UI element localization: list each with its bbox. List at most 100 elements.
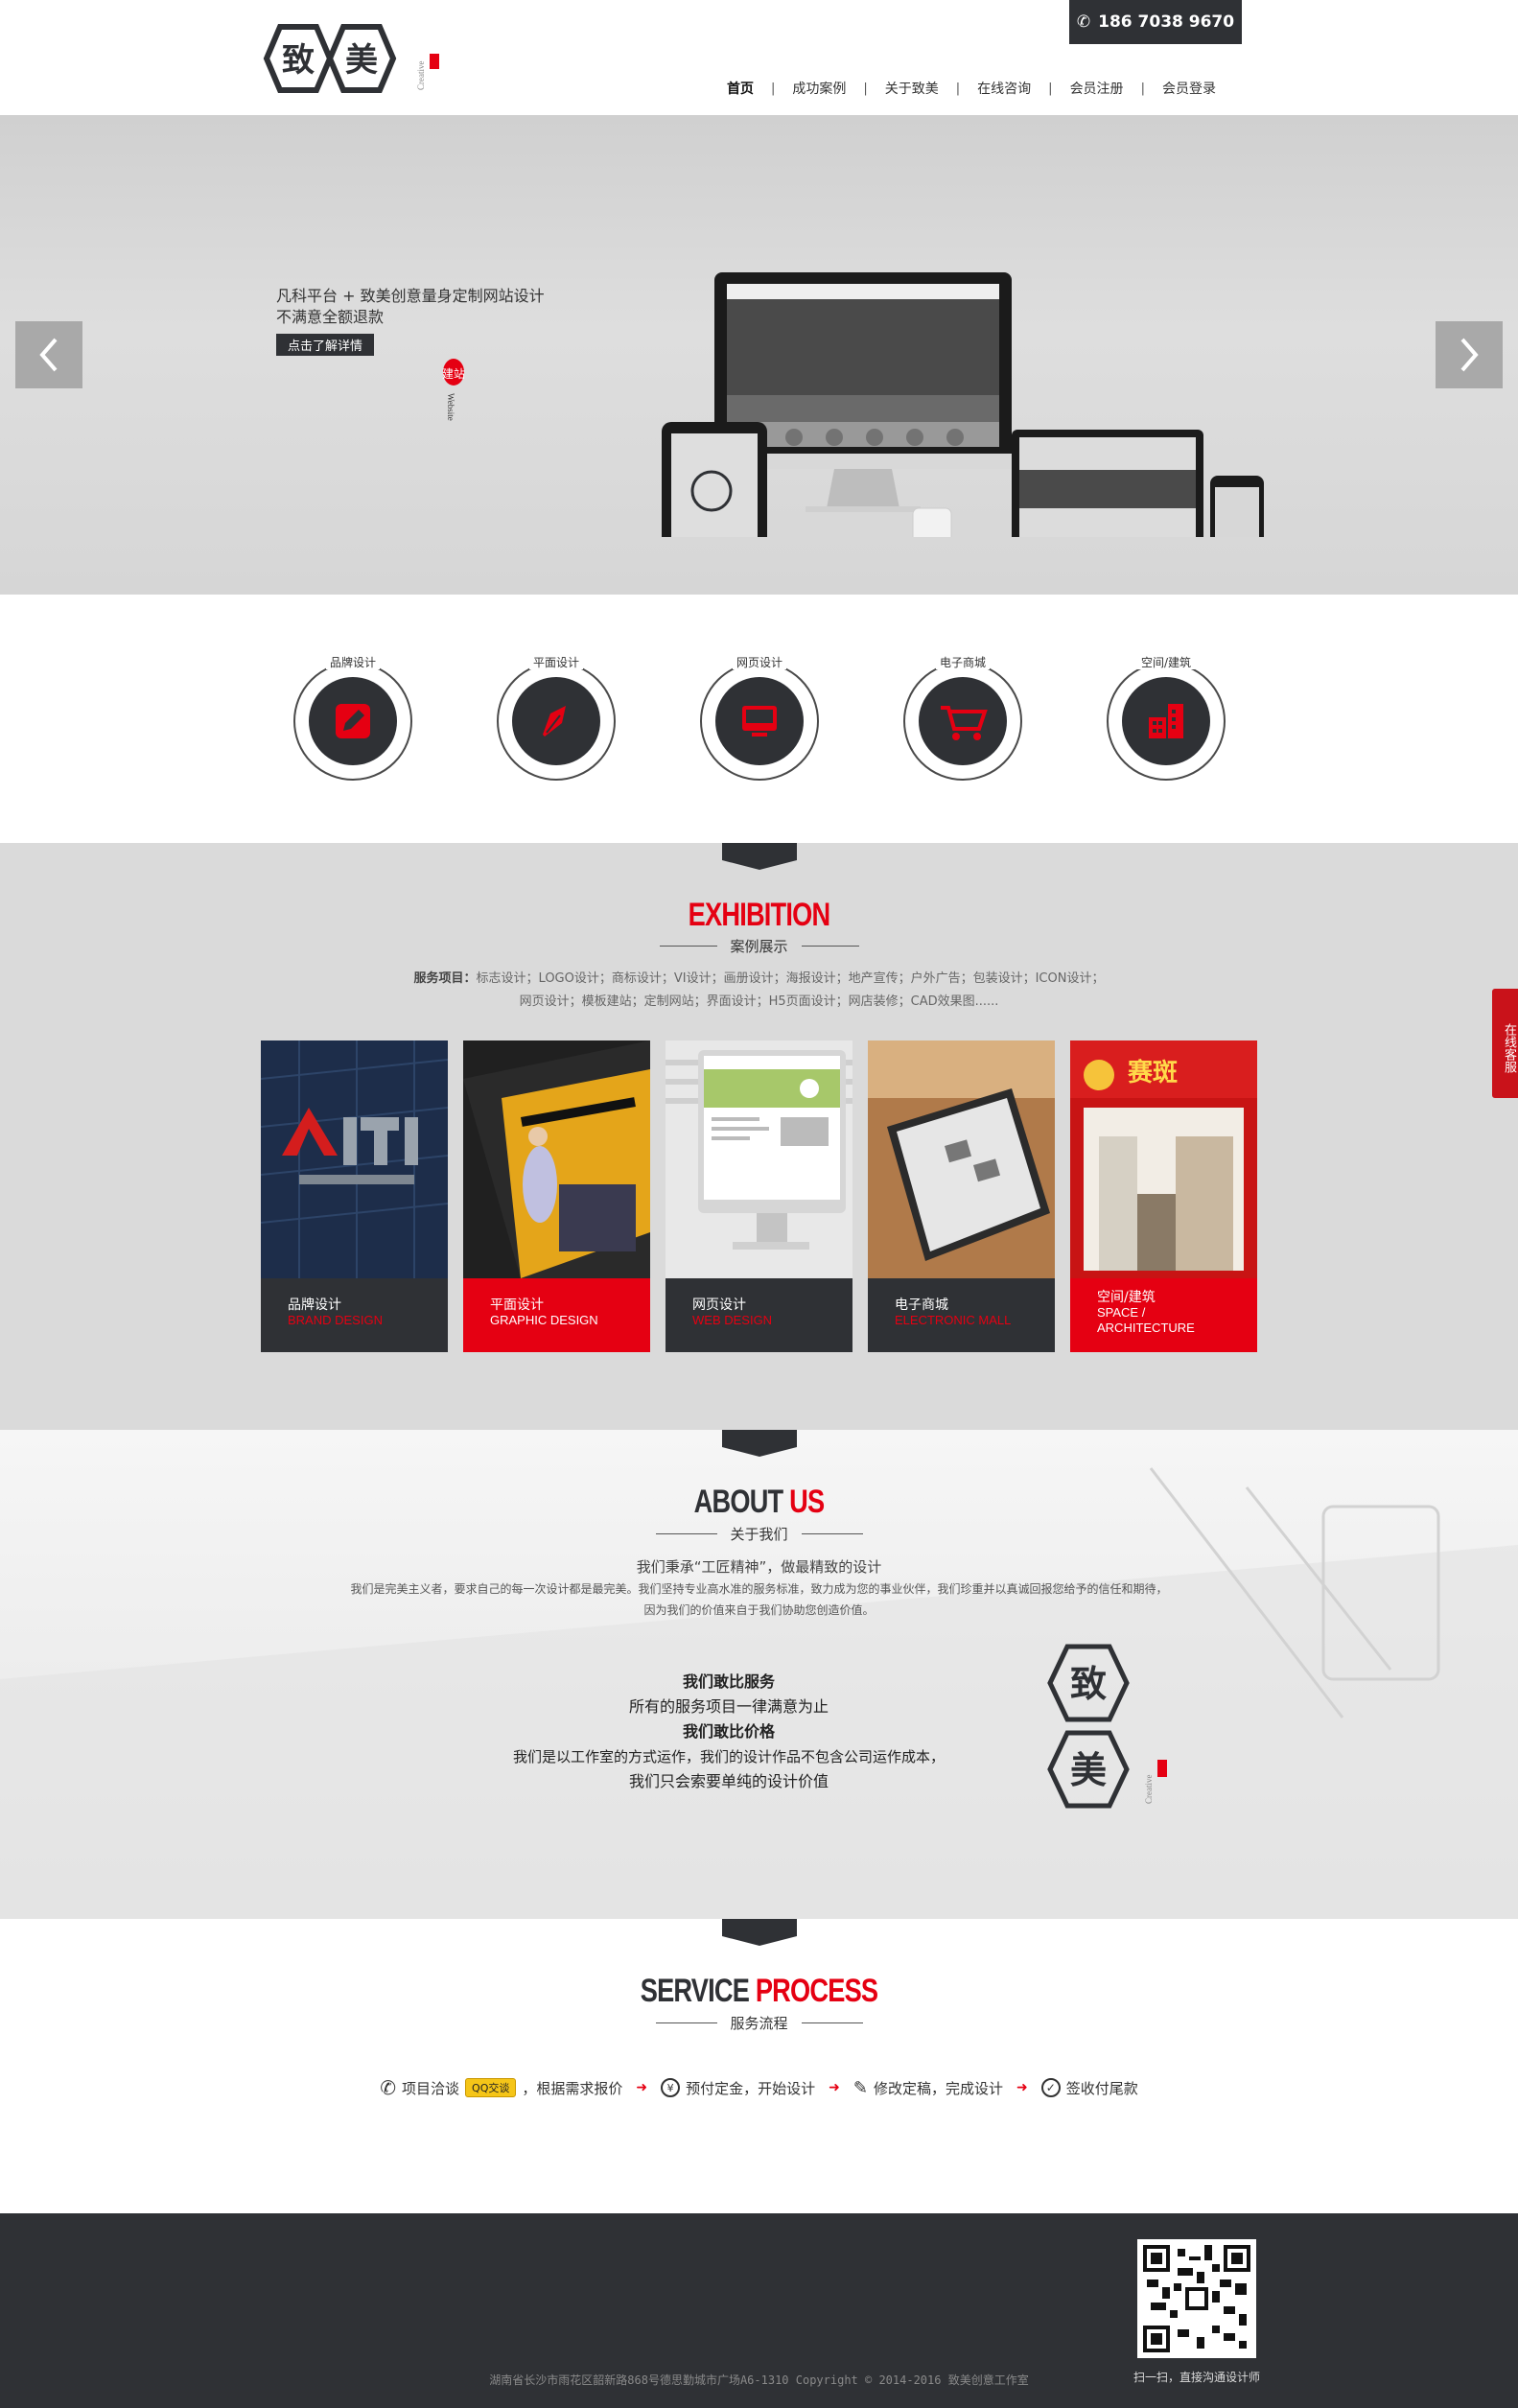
case-image-graphic [463,1040,650,1278]
hero-banner: 凡科平台 + 致美创意量身定制网站设计 不满意全额退款 点击了解详情 建站 We… [0,115,1518,595]
banner-headline: 凡科平台 + 致美创意量身定制网站设计 不满意全额退款 [276,286,545,328]
svg-text:致: 致 [282,41,315,80]
service-label: 品牌设计 [293,654,412,670]
service-mall[interactable]: 电子商城 [903,656,1022,781]
case-subtitle: ELECTRONIC MALL [895,1313,1012,1327]
service-space[interactable]: 空间/建筑 [1107,656,1226,781]
nav-home[interactable]: 首页 [710,79,771,98]
about-point-5: 我们只会索要单纯的设计价值 [628,1772,829,1790]
case-card-web[interactable]: 网页设计 WEB DESIGN [666,1040,852,1352]
case-image-brand [261,1040,448,1278]
service-badge [919,677,1007,765]
nav-about[interactable]: 关于致美 [868,79,956,98]
banner-line-1: 凡科平台 + 致美创意量身定制网站设计 [276,287,545,305]
service-graphic[interactable]: 平面设计 [497,656,616,781]
services-row: 品牌设计 平面设计 网页设计 电子商城 空间/建筑 [0,595,1518,843]
service-items-line-2: 网页设计；模板建站；定制网站；界面设计；H5页面设计；网店装修；CAD效果图..… [519,994,999,1009]
check-circle-icon: ✓ [1040,2078,1061,2097]
service-label: 平面设计 [497,654,616,670]
qr-code[interactable] [1137,2239,1256,2358]
phone-icon: ✆ [1076,12,1091,32]
devices-illustration [662,272,1264,537]
process-step-2: ¥ 预付定金，开始设计 [661,2078,815,2098]
phone-number: 186 7038 9670 [1098,12,1235,32]
nav-consult[interactable]: 在线咨询 [960,79,1048,98]
seal-text: 建站 [442,367,465,381]
service-items-label: 服务项目： [413,971,477,986]
service-badge [1122,677,1210,765]
monitor-icon [742,706,777,736]
banner-prev-button[interactable] [15,321,82,388]
case-title: 空间/建筑 [1097,1290,1156,1305]
case-title: 网页设计 [692,1298,746,1313]
case-image-space: 赛斑 [1070,1040,1257,1278]
arrow-right-icon: ➜ [636,2080,648,2095]
banner-next-button[interactable] [1436,321,1503,388]
arrow-right-icon: ➜ [829,2080,840,2095]
main-nav: 首页 | 成功案例 | 关于致美 | 在线咨询 | 会员注册 | 会员登录 [710,79,1233,98]
building-icon [1149,704,1183,738]
exhibition-section: EXHIBITION 案例展示 服务项目：标志设计；LOGO设计；商标设计；VI… [0,843,1518,1430]
step-4-label: 签收付尾款 [1065,2079,1138,2097]
chevron-right-icon [1460,338,1479,372]
svg-text:美: 美 [1070,1749,1107,1791]
service-items-list: 服务项目：标志设计；LOGO设计；商标设计；VI设计；画册设计；海报设计；地产宣… [0,968,1518,1014]
nav-cases[interactable]: 成功案例 [775,79,863,98]
process-step-1: ✆ 项目洽谈 QQ交谈 ，根据需求报价 [380,2076,622,2099]
section-notch [722,1430,797,1457]
banner-line-2: 不满意全额退款 [276,308,385,326]
banner-detail-button[interactable]: 点击了解详情 [276,334,375,356]
case-card-space[interactable]: 赛斑 空间/建筑 SPACE / ARCHITECTURE [1070,1040,1257,1352]
service-brand[interactable]: 品牌设计 [293,656,412,781]
case-subtitle-2: ARCHITECTURE [1097,1321,1195,1335]
case-title: 品牌设计 [288,1298,341,1313]
service-web[interactable]: 网页设计 [700,656,819,781]
qq-chat-button[interactable]: QQ交谈 [465,2078,517,2097]
case-caption: 网页设计 WEB DESIGN [666,1278,852,1352]
process-title: SERVICE PROCESS [152,1973,1366,2010]
pencil-icon [336,704,370,738]
site-logo[interactable]: 致 美 Creative [259,15,451,102]
case-caption: 空间/建筑 SPACE / ARCHITECTURE [1070,1278,1257,1352]
process-section: SERVICE PROCESS 服务流程 ✆ 项目洽谈 QQ交谈 ，根据需求报价… [0,1919,1518,2213]
about-point-2: 所有的服务项目一律满意为止 [628,1697,829,1716]
case-card-brand[interactable]: 品牌设计 BRAND DESIGN [261,1040,448,1352]
case-subtitle: SPACE / [1097,1305,1146,1320]
nav-register[interactable]: 会员注册 [1053,79,1141,98]
footer: 扫一扫，直接沟通设计师 湖南省长沙市雨花区韶新路868号德思勤城市广场A6-13… [0,2213,1518,2408]
service-items-text-1: 标志设计；LOGO设计；商标设计；VI设计；画册设计；海报设计；地产宣传；户外广… [476,971,1105,986]
step-1-label: 项目洽谈 [402,2079,460,2097]
case-card-graphic[interactable]: 平面设计 GRAPHIC DESIGN [463,1040,650,1352]
arrow-right-icon: ➜ [1016,2080,1028,2095]
exhibition-subtitle: 案例展示 [730,938,788,955]
about-subtitle: 关于我们 [730,1526,788,1543]
about-title-b: US [789,1484,825,1520]
page: 致 美 Creative ✆ 186 7038 9670 首页 | 成功案例 |… [0,0,1518,2408]
process-subtitle: 服务流程 [730,2015,788,2032]
edit-icon: ✎ [852,2077,868,2098]
about-desc-2: 因为我们的价值来自于我们协助您创造价值。 [643,1603,875,1617]
online-service-tab[interactable]: 在线客服 [1492,989,1518,1098]
process-title-a: SERVICE [640,1973,756,2009]
process-step-3: ✎ 修改定稿，完成设计 [853,2078,1003,2098]
nav-login[interactable]: 会员登录 [1145,79,1233,98]
svg-text:Creative: Creative [416,61,426,91]
about-point-3: 我们敢比价格 [682,1722,775,1741]
seal-en-text: Website [446,393,455,421]
case-image-mall [868,1040,1055,1278]
service-badge [512,677,600,765]
service-label: 空间/建筑 [1107,654,1226,670]
case-card-mall[interactable]: 电子商城 ELECTRONIC MALL [868,1040,1055,1352]
step-1-label-b: ，根据需求报价 [522,2079,623,2097]
process-step-4: ✓ 签收付尾款 [1040,2078,1138,2098]
service-label: 电子商城 [903,654,1022,670]
case-subtitle: GRAPHIC DESIGN [490,1313,598,1327]
website-seal: 建站 Website [442,359,465,421]
case-subtitle: BRAND DESIGN [288,1313,383,1327]
svg-text:赛斑: 赛斑 [1127,1058,1178,1087]
phone-icon: ✆ [380,2076,397,2099]
svg-text:致: 致 [1070,1663,1107,1705]
case-title: 平面设计 [490,1298,544,1313]
about-title-a: ABOUT [693,1484,790,1520]
phone-button[interactable]: ✆ 186 7038 9670 [1069,0,1242,44]
